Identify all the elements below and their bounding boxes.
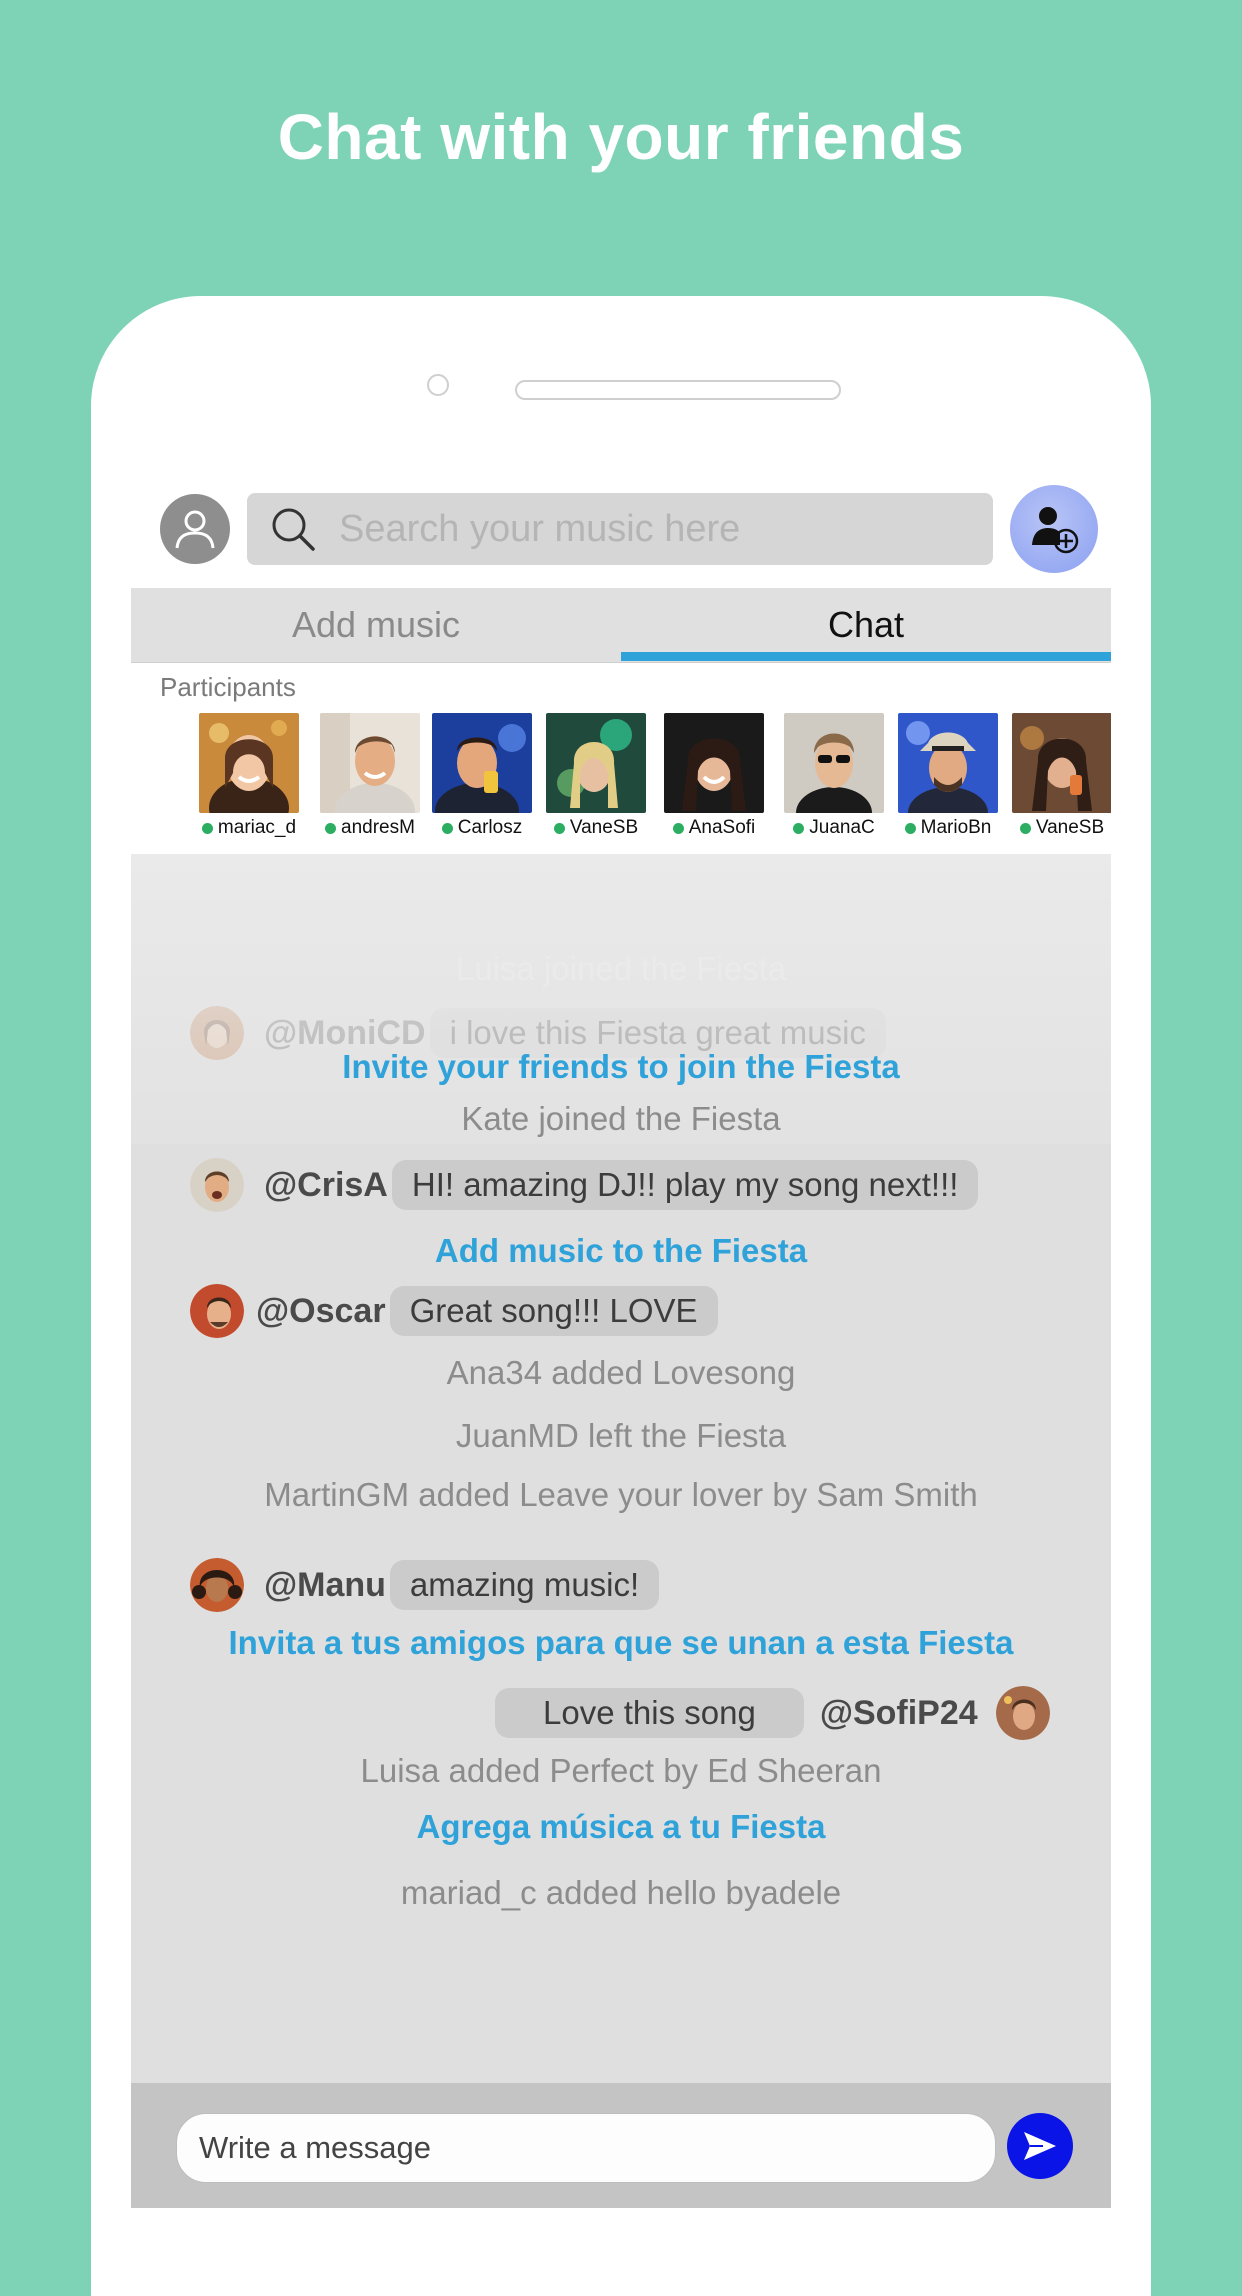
system-message: Luisa joined the Fiesta [455, 950, 787, 987]
participant-avatar [199, 713, 299, 813]
online-indicator [793, 822, 805, 834]
participant-name: andresM [341, 817, 415, 838]
phone-camera [427, 374, 449, 396]
participant-avatar [432, 713, 532, 813]
add-user-button[interactable] [1010, 485, 1098, 573]
system-message: MartinGM added Leave your lover by Sam S… [264, 1476, 978, 1513]
online-indicator [904, 822, 916, 834]
participant-name: AnaSofi [688, 817, 756, 838]
search-input[interactable] [339, 493, 969, 565]
online-indicator [553, 822, 565, 834]
online-indicator [1019, 822, 1031, 834]
participant-name: Carlosz [457, 817, 523, 838]
user-icon [175, 510, 215, 549]
participant-item[interactable]: mariac_d [199, 713, 299, 839]
online-indicator [441, 822, 453, 834]
participant-item[interactable]: andresM [320, 713, 420, 839]
participant-item[interactable]: AnaSofi [664, 713, 764, 839]
phone-speaker [515, 380, 841, 400]
online-indicator [201, 822, 213, 834]
message-bubble: HI! amazing DJ!! play my song next!!! [391, 1160, 979, 1210]
participant-name: mariac_d [217, 817, 297, 838]
user-avatar [190, 1158, 244, 1212]
system-message: Kate joined the Fiesta [461, 1100, 781, 1137]
participant-item[interactable]: JuanaC [784, 713, 884, 839]
online-indicator [672, 822, 684, 834]
headline: Chat with your friends [277, 101, 965, 173]
participant-name: VaneSB [1035, 817, 1105, 838]
user-avatar [190, 1284, 244, 1338]
participant-avatar [1012, 713, 1111, 813]
tab-add-music[interactable]: Add music [131, 588, 621, 662]
user-handle[interactable]: @Oscar [256, 1292, 386, 1331]
invite-friends-link[interactable]: Invite your friends to join the Fiesta [131, 1048, 1111, 1086]
participant-avatar [320, 713, 420, 813]
participant-name: JuanaC [809, 817, 875, 838]
invite-friends-link-es[interactable]: Invita a tus amigos para que se unan a e… [131, 1624, 1111, 1662]
message-bubble: Love this song [495, 1688, 804, 1738]
online-indicator [325, 822, 337, 834]
chat-message[interactable]: @CrisA HI! amazing DJ!! play my song nex… [190, 1158, 979, 1212]
participant-item[interactable]: VaneSB [546, 713, 646, 839]
search-icon [272, 508, 315, 551]
participant-avatar [898, 713, 998, 813]
own-chat-message[interactable]: Love this song @SofiP24 [495, 1686, 1050, 1740]
participant-avatar [664, 713, 764, 813]
tab-chat[interactable]: Chat [621, 588, 1111, 662]
participant-item[interactable]: Carlosz [432, 713, 532, 839]
send-button[interactable] [1007, 2113, 1073, 2179]
user-handle[interactable]: @SofiP24 [820, 1694, 978, 1733]
profile-button[interactable] [160, 494, 230, 564]
add-user-icon [1032, 507, 1079, 554]
user-handle[interactable]: @MoniCD [264, 1014, 426, 1053]
add-music-link-es[interactable]: Agrega música a tu Fiesta [131, 1808, 1111, 1846]
chat-message[interactable]: @Manu amazing music! [190, 1558, 660, 1612]
chat-message[interactable]: @Oscar Great song!!! LOVE [190, 1284, 718, 1338]
participant-item[interactable]: MarioBn [898, 713, 998, 839]
system-message: JuanMD left the Fiesta [455, 1417, 787, 1454]
message-bubble: amazing music! [389, 1560, 660, 1610]
user-handle[interactable]: @Manu [264, 1566, 386, 1605]
active-tab-indicator [621, 652, 1111, 661]
participant-name: VaneSB [569, 817, 639, 838]
system-message: Luisa added Perfect by Ed Sheeran [360, 1752, 882, 1789]
search-bar[interactable] [247, 493, 993, 565]
participant-avatar [546, 713, 646, 813]
participant-name: MarioBn [920, 817, 992, 838]
message-composer [131, 2083, 1111, 2208]
participant-avatar [784, 713, 884, 813]
chat-feed[interactable]: Luisa joined the Fiesta @MoniCD i love t… [131, 854, 1111, 2084]
user-avatar [995, 1686, 1050, 1740]
system-message: mariad_c added hello byadele [400, 1874, 842, 1911]
user-handle[interactable]: @CrisA [264, 1166, 388, 1205]
message-bubble: Great song!!! LOVE [389, 1286, 718, 1336]
system-message: Ana34 added Lovesong [446, 1354, 796, 1391]
user-avatar [190, 1558, 244, 1612]
app-screen: Add music Chat Participants mariac_d and… [131, 468, 1111, 2208]
send-icon [1024, 2132, 1056, 2160]
add-music-link[interactable]: Add music to the Fiesta [131, 1232, 1111, 1270]
message-input[interactable] [176, 2113, 996, 2183]
participant-item[interactable]: VaneSB [1012, 713, 1111, 839]
participants-label: Participants [160, 672, 296, 702]
